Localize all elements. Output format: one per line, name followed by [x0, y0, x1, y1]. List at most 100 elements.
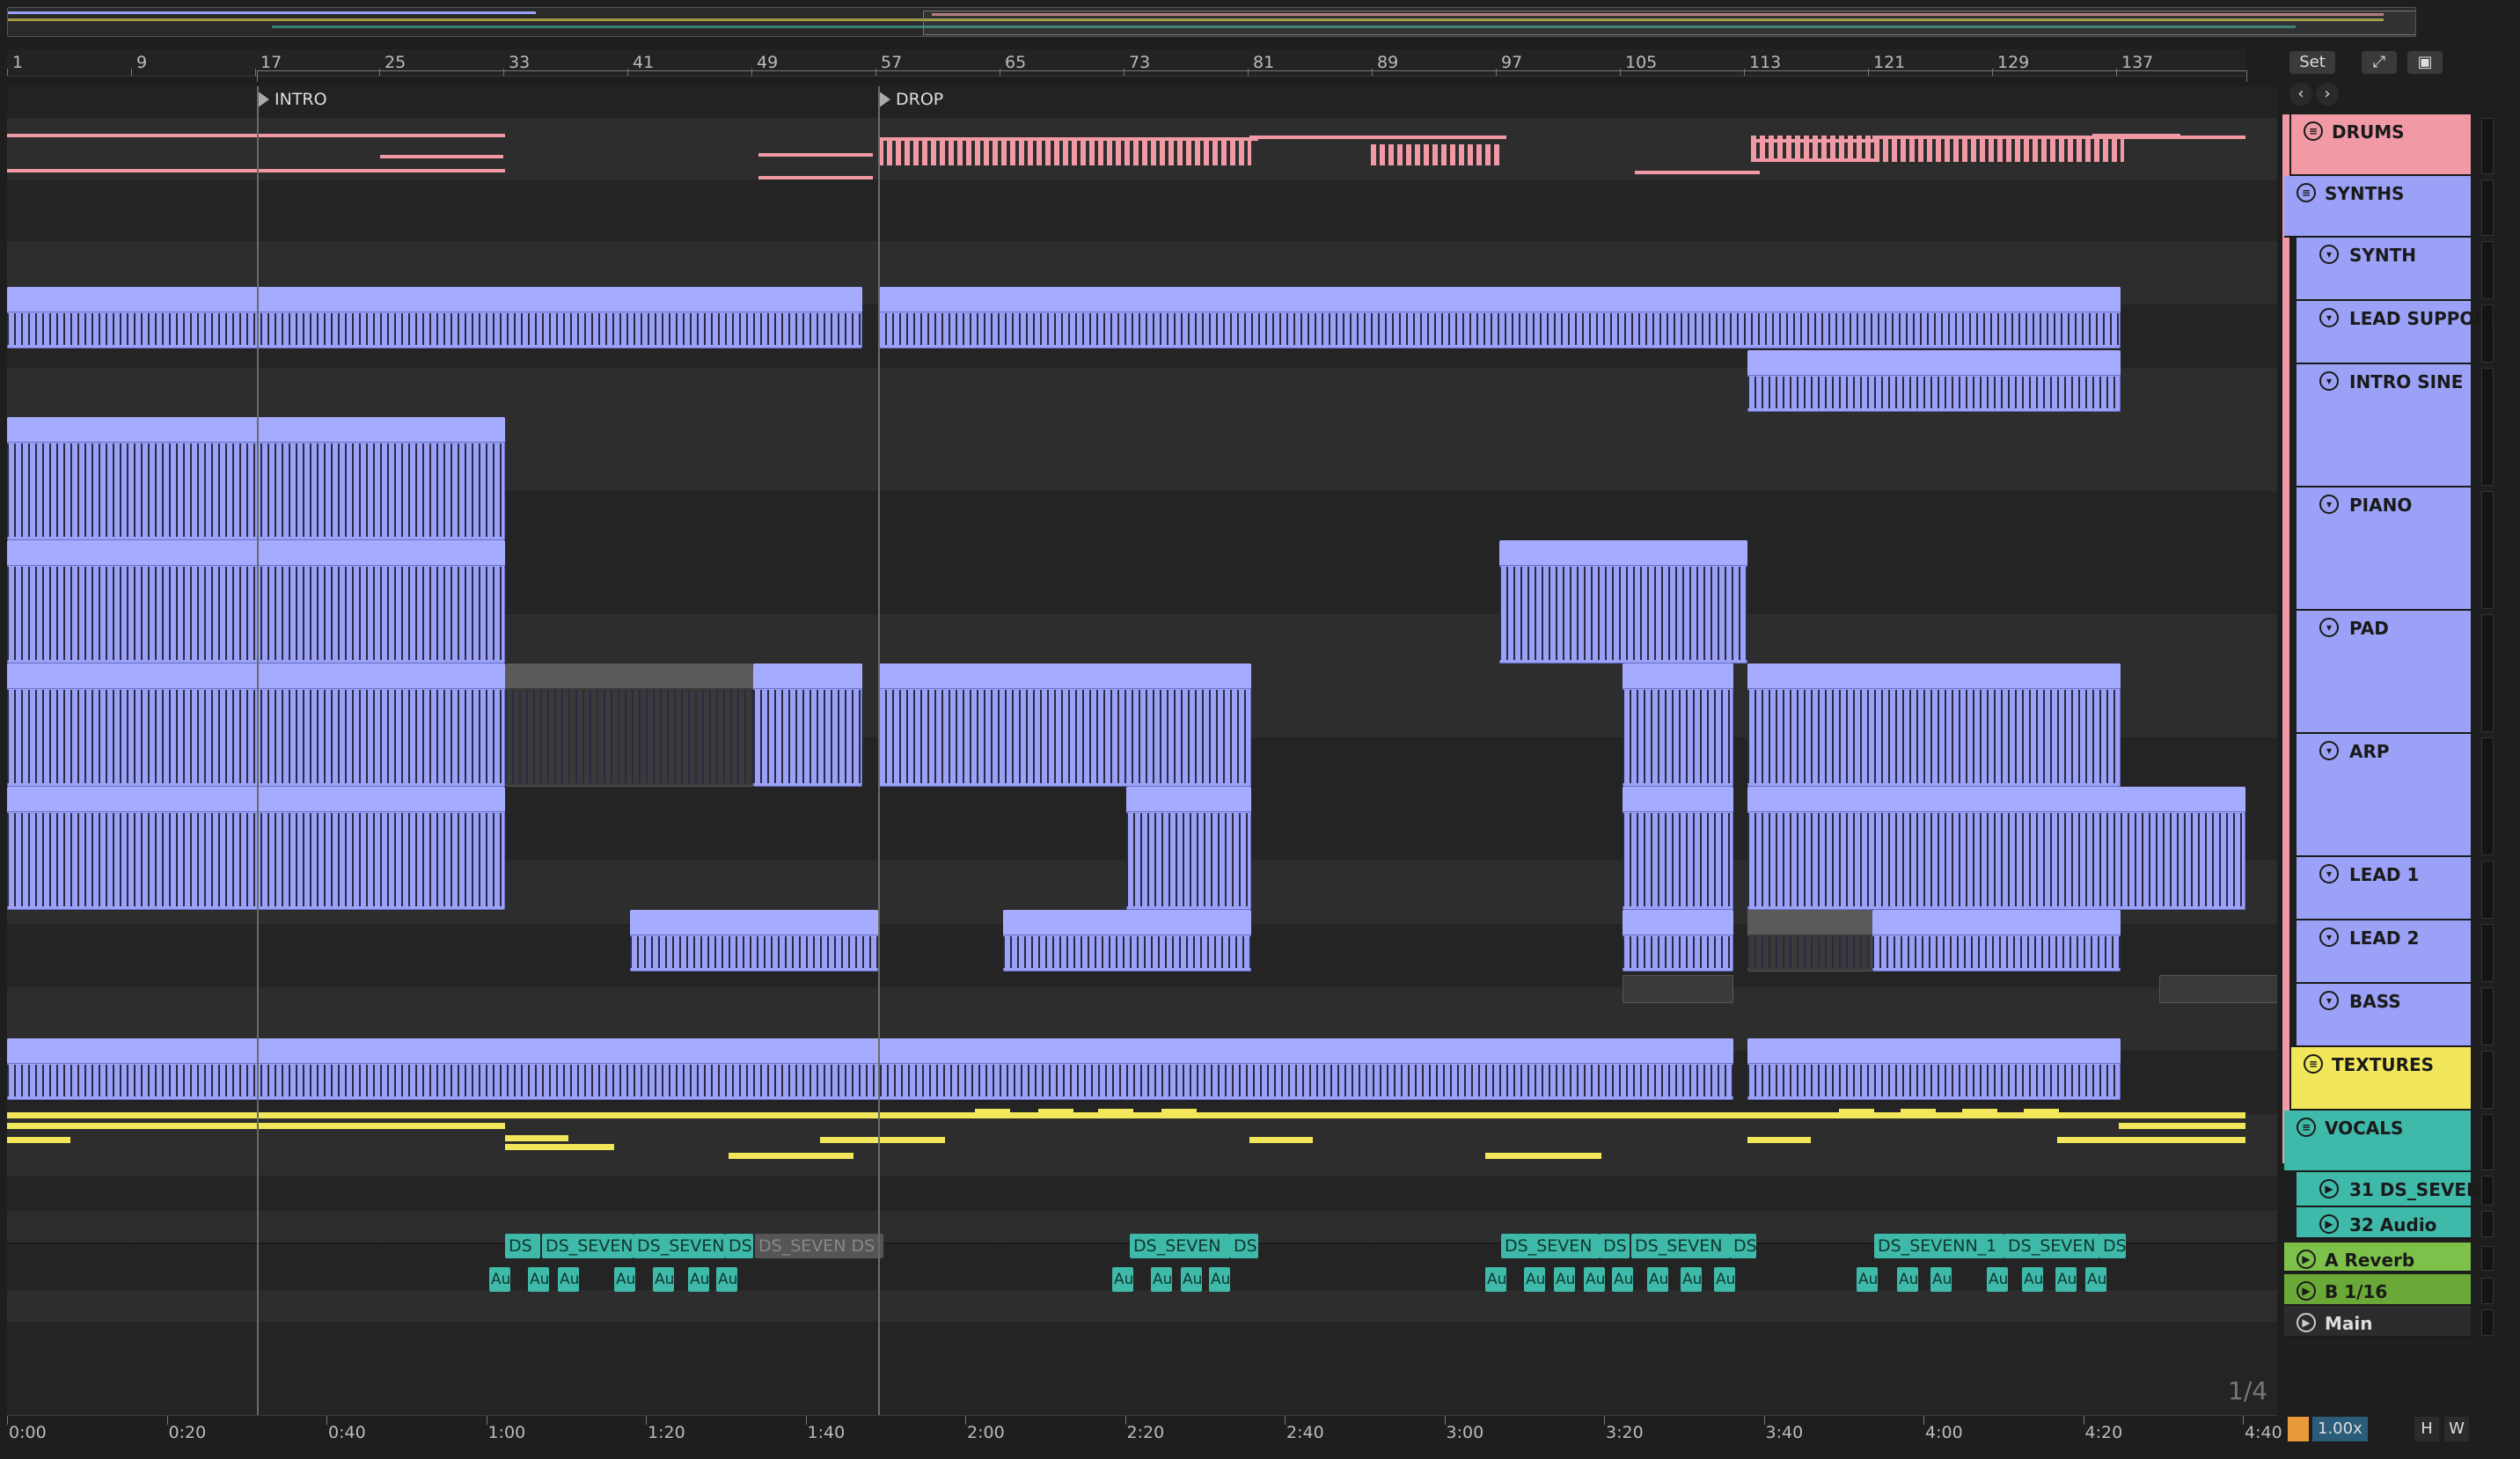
audio-clip[interactable]: Au: [614, 1267, 635, 1292]
set-button[interactable]: Set: [2289, 51, 2335, 74]
audio-clip[interactable]: Au: [688, 1267, 709, 1292]
track-header-b-116[interactable]: ▶ B 1/16: [2284, 1274, 2471, 1306]
audio-clip[interactable]: Au: [1554, 1267, 1575, 1292]
track-header-bass[interactable]: ▾ BASS: [2297, 984, 2471, 1047]
audio-clip[interactable]: Au: [653, 1267, 674, 1292]
texture-clip[interactable]: [1747, 1137, 1811, 1143]
texture-clip[interactable]: [1485, 1153, 1601, 1159]
midi-clip[interactable]: [1747, 664, 2121, 787]
tempo-follow-icon[interactable]: [2288, 1417, 2309, 1441]
drum-clip[interactable]: [7, 134, 505, 137]
midi-clip[interactable]: [7, 1038, 1733, 1100]
track-header-piano[interactable]: ▾ PIANO: [2297, 488, 2471, 611]
track-header-vocals[interactable]: ≡ VOCALS: [2284, 1111, 2471, 1172]
midi-clip[interactable]: [7, 787, 505, 910]
track-header-pad[interactable]: ▾ PAD: [2297, 611, 2471, 734]
texture-clip[interactable]: [1098, 1109, 1133, 1115]
midi-clip[interactable]: [630, 910, 878, 971]
texture-clip[interactable]: [1161, 1109, 1197, 1115]
audio-clip[interactable]: Au: [1209, 1267, 1230, 1292]
h-button[interactable]: H: [2414, 1417, 2439, 1441]
audio-clip[interactable]: DS_SEVEN: [1631, 1234, 1730, 1258]
audio-clip[interactable]: Au: [489, 1267, 510, 1292]
midi-clip[interactable]: [878, 664, 1251, 787]
locator-drop[interactable]: DROP: [878, 90, 943, 109]
midi-clip[interactable]: [1747, 787, 2245, 910]
audio-clip[interactable]: Au: [1584, 1267, 1605, 1292]
midi-clip[interactable]: [1747, 1038, 2121, 1100]
fold-icon[interactable]: ▾: [2319, 741, 2339, 760]
drum-clip[interactable]: [1751, 136, 2124, 162]
play-icon[interactable]: ▶: [2297, 1281, 2316, 1301]
drum-clip[interactable]: [1249, 136, 1506, 139]
audio-clip[interactable]: DS_SEVEN: [1501, 1234, 1600, 1258]
fold-icon[interactable]: ▾: [2319, 371, 2339, 391]
group-icon[interactable]: ≡: [2304, 1054, 2323, 1074]
texture-clip[interactable]: [7, 1137, 70, 1143]
midi-clip[interactable]: [1623, 910, 1733, 971]
muted-clip[interactable]: [2159, 975, 2277, 1003]
track-lane[interactable]: [7, 1322, 2277, 1415]
muted-clip[interactable]: [1747, 910, 1872, 971]
audio-clip[interactable]: Au: [558, 1267, 579, 1292]
audio-clip[interactable]: Au: [1714, 1267, 1735, 1292]
zoom-level[interactable]: 1.00x: [2312, 1417, 2368, 1441]
audio-clip[interactable]: Au: [1897, 1267, 1918, 1292]
audio-clip[interactable]: Au: [528, 1267, 549, 1292]
drum-clip[interactable]: [758, 176, 873, 180]
texture-clip[interactable]: [1038, 1109, 1073, 1115]
midi-clip[interactable]: [1623, 664, 1733, 787]
fold-icon[interactable]: ▾: [2319, 308, 2339, 327]
midi-clip[interactable]: [7, 287, 862, 348]
midi-clip[interactable]: [7, 417, 505, 540]
track-header-synth[interactable]: ▾ SYNTH: [2297, 238, 2471, 301]
texture-clip[interactable]: [1901, 1109, 1936, 1115]
track-header-main[interactable]: ▶ Main: [2284, 1306, 2471, 1338]
track-lane[interactable]: [7, 1176, 2277, 1213]
fold-icon[interactable]: ▾: [2319, 495, 2339, 514]
texture-clip[interactable]: [1249, 1112, 1498, 1118]
audio-clip[interactable]: Au: [2022, 1267, 2043, 1292]
track-lane[interactable]: [7, 1290, 2277, 1323]
audio-clip[interactable]: DS: [505, 1234, 540, 1258]
texture-clip[interactable]: [1249, 1137, 1313, 1143]
midi-clip[interactable]: [1623, 787, 1733, 910]
arrow-left-icon[interactable]: ‹: [2289, 83, 2312, 106]
drum-clip[interactable]: [1371, 144, 1503, 165]
audio-clip[interactable]: Au: [1485, 1267, 1506, 1292]
track-header-lead1[interactable]: ▾ LEAD 1: [2297, 857, 2471, 920]
texture-clip[interactable]: [2119, 1123, 2245, 1129]
play-icon[interactable]: ▶: [2319, 1214, 2339, 1234]
track-header-t32[interactable]: ▶ 32 Audio: [2297, 1207, 2471, 1239]
arrangement-lanes[interactable]: DS DS_SEVEN DS_SEVEN DS DS_SEVEN DS DS_SEVEN D…: [7, 118, 2277, 1415]
texture-clip[interactable]: [975, 1109, 1010, 1115]
w-button[interactable]: W: [2444, 1417, 2469, 1441]
audio-clip[interactable]: Au: [2055, 1267, 2077, 1292]
fold-icon[interactable]: ▾: [2319, 618, 2339, 637]
audio-clip[interactable]: Au: [1647, 1267, 1668, 1292]
audio-clip[interactable]: DS_SEVENN_1: [1874, 1234, 2004, 1258]
time-ruler[interactable]: 0:00 0:20 0:40 1:00 1:20 1:40 2:00 2:20 2:40 3:00…: [7, 1415, 2282, 1448]
audio-clip[interactable]: DS: [1600, 1234, 1630, 1258]
midi-clip[interactable]: [1126, 787, 1251, 910]
lock-icon[interactable]: ▣: [2407, 51, 2443, 74]
track-header-lead-support[interactable]: ▾ LEAD SUPPORT: [2297, 301, 2500, 364]
audio-clip[interactable]: DS: [1730, 1234, 1756, 1258]
texture-clip[interactable]: [820, 1137, 945, 1143]
locator-row[interactable]: INTRO DROP: [7, 86, 2277, 118]
texture-clip[interactable]: [505, 1135, 568, 1141]
muted-clip[interactable]: [505, 664, 753, 787]
drum-clip[interactable]: [1635, 171, 1760, 174]
track-header-t31[interactable]: ▶ 31 DS_SEVENN: [2297, 1172, 2495, 1207]
audio-clip[interactable]: Au: [1112, 1267, 1133, 1292]
group-icon[interactable]: ≡: [2297, 183, 2316, 202]
drum-clip[interactable]: [380, 155, 503, 158]
track-lane[interactable]: [7, 180, 2277, 243]
texture-clip[interactable]: [1962, 1109, 1997, 1115]
group-icon[interactable]: ≡: [2304, 121, 2323, 141]
arrangement-overview[interactable]: [7, 7, 2416, 37]
fold-icon[interactable]: ▾: [2319, 927, 2339, 947]
audio-clip[interactable]: DS: [2099, 1234, 2126, 1258]
audio-clip[interactable]: Au: [1681, 1267, 1702, 1292]
audio-clip[interactable]: DS_SEVEN: [542, 1234, 634, 1258]
